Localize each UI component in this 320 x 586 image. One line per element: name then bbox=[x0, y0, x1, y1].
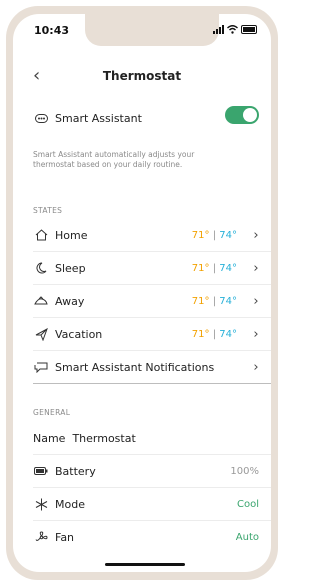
mode-value: Cool bbox=[237, 498, 259, 510]
battery-value: 100% bbox=[230, 465, 259, 477]
mode-label: Mode bbox=[55, 497, 85, 511]
airplane-icon bbox=[33, 326, 49, 342]
name-label: Name bbox=[33, 431, 66, 445]
heat-setpoint: 71° bbox=[191, 262, 210, 274]
heat-setpoint: 71° bbox=[191, 229, 210, 241]
state-temps: 71° | 74° bbox=[192, 329, 237, 340]
header: ‹ Thermostat bbox=[13, 66, 271, 88]
chevron-right-icon: › bbox=[253, 359, 259, 375]
name-value: Thermostat bbox=[72, 431, 136, 445]
state-row-away[interactable]: Away 71° | 74° › bbox=[33, 285, 271, 318]
fan-label: Fan bbox=[55, 530, 75, 544]
general-section-label: GENERAL bbox=[33, 408, 71, 417]
away-icon bbox=[33, 293, 49, 309]
home-icon bbox=[33, 227, 49, 243]
name-row-content: Name Thermostat bbox=[33, 432, 271, 445]
state-label: Away bbox=[55, 294, 85, 308]
device-frame: 10:43 ‹ Thermostat Smart Assistant Smart… bbox=[0, 0, 284, 586]
signal-icon bbox=[213, 25, 224, 34]
smart-assistant-row: Smart Assistant bbox=[33, 102, 271, 134]
heat-setpoint: 71° bbox=[191, 295, 210, 307]
status-icons bbox=[213, 25, 257, 34]
moon-icon bbox=[33, 260, 49, 276]
state-label: Vacation bbox=[55, 327, 103, 341]
heat-setpoint: 71° bbox=[191, 328, 210, 340]
fan-value: Auto bbox=[235, 531, 259, 543]
cool-setpoint: 74° bbox=[219, 229, 237, 241]
chevron-right-icon: › bbox=[253, 293, 259, 309]
battery-label: Battery bbox=[55, 464, 96, 478]
fan-row[interactable]: Fan Auto bbox=[33, 521, 271, 553]
chevron-right-icon: › bbox=[253, 227, 259, 243]
assistant-icon bbox=[33, 110, 49, 126]
temp-separator: | bbox=[212, 328, 217, 340]
notifications-row[interactable]: Smart Assistant Notifications › bbox=[33, 351, 271, 384]
temp-separator: | bbox=[212, 295, 217, 307]
state-label: Home bbox=[55, 228, 88, 242]
notifications-label: Smart Assistant Notifications bbox=[55, 360, 215, 374]
chat-bubble-icon bbox=[33, 359, 49, 375]
phone-screen: 10:43 ‹ Thermostat Smart Assistant Smart… bbox=[13, 14, 271, 572]
smart-assistant-description: Smart Assistant automatically adjusts yo… bbox=[33, 150, 195, 169]
page-title: Thermostat bbox=[102, 69, 182, 83]
battery-row: Battery 100% bbox=[33, 455, 271, 488]
temp-separator: | bbox=[212, 229, 217, 241]
temp-separator: | bbox=[212, 262, 217, 274]
home-indicator[interactable] bbox=[105, 563, 185, 566]
mode-row[interactable]: Mode Cool bbox=[33, 488, 271, 521]
state-row-sleep[interactable]: Sleep 71° | 74° › bbox=[33, 252, 271, 285]
toggle-knob bbox=[243, 108, 257, 122]
state-row-home[interactable]: Home 71° | 74° › bbox=[33, 219, 271, 252]
status-bar: 10:43 bbox=[13, 24, 271, 40]
states-section-label: STATES bbox=[33, 206, 63, 215]
chevron-right-icon: › bbox=[253, 326, 259, 342]
state-label: Sleep bbox=[55, 261, 86, 275]
state-row-vacation[interactable]: Vacation 71° | 74° › bbox=[33, 318, 271, 351]
state-temps: 71° | 74° bbox=[192, 263, 237, 274]
battery-icon bbox=[33, 463, 49, 479]
status-time: 10:43 bbox=[34, 24, 70, 37]
smart-assistant-toggle[interactable] bbox=[225, 106, 259, 124]
cool-setpoint: 74° bbox=[219, 328, 237, 340]
chevron-right-icon: › bbox=[253, 260, 259, 276]
state-temps: 71° | 74° bbox=[192, 296, 237, 307]
wifi-icon bbox=[227, 25, 238, 34]
cool-setpoint: 74° bbox=[219, 262, 237, 274]
name-row[interactable]: Name Thermostat bbox=[33, 422, 271, 455]
fan-icon bbox=[33, 529, 49, 545]
cool-setpoint: 74° bbox=[219, 295, 237, 307]
snowflake-icon bbox=[33, 496, 49, 512]
state-temps: 71° | 74° bbox=[192, 230, 237, 241]
battery-status-icon bbox=[241, 25, 257, 34]
